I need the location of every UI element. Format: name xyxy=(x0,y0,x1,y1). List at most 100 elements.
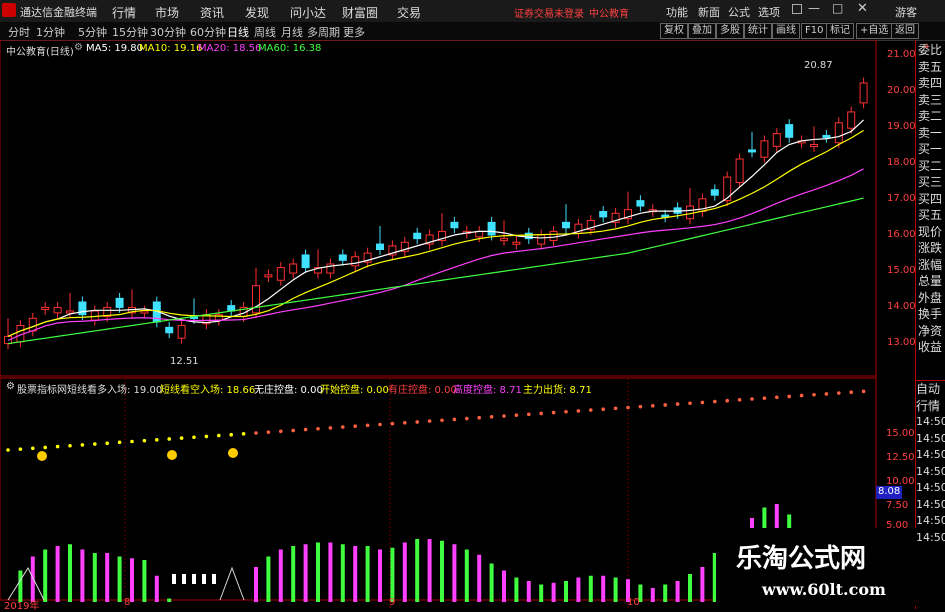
axis-sep: 9 xyxy=(389,597,396,608)
period-60min[interactable]: 60分钟 xyxy=(190,24,226,40)
signal-dot xyxy=(390,421,395,426)
signal-dot xyxy=(155,438,159,442)
candle-body xyxy=(165,326,174,334)
signal-dot xyxy=(527,412,531,417)
period-fenshi[interactable]: 分时 xyxy=(8,24,30,40)
histogram-bar xyxy=(390,547,395,602)
btn-gongshi[interactable]: 公式 xyxy=(728,4,750,20)
signal-dot xyxy=(564,409,568,414)
btn-tongji[interactable]: 统计 xyxy=(744,23,772,39)
login-notice[interactable]: 证券交易未登录 xyxy=(514,5,584,20)
axis-aug: 8 xyxy=(124,597,131,608)
signal-dot xyxy=(787,394,791,399)
menu-wenxiaoda[interactable]: 问小达 xyxy=(290,4,326,21)
quote-row: 净资 xyxy=(918,323,943,338)
signal-dot xyxy=(725,398,729,403)
period-multi[interactable]: 多周期 xyxy=(307,24,340,40)
btn-duogu[interactable]: 多股 xyxy=(716,23,744,39)
histogram-bar xyxy=(254,567,258,602)
period-5min[interactable]: 5分钟 xyxy=(78,24,107,40)
signal-triangle xyxy=(219,566,245,601)
menu-faxian[interactable]: 发现 xyxy=(245,4,269,21)
btn-biaoji[interactable]: 标记 xyxy=(826,23,854,39)
quote-panel: 委比 卖五 卖四 卖三 卖二 卖一 买一 买二 买三 买四 买五 现价 涨跌 涨… xyxy=(915,40,945,609)
menu-hangqing[interactable]: 行情 xyxy=(112,4,136,21)
menu-zixun[interactable]: 资讯 xyxy=(200,4,224,21)
indicator-settings-icon[interactable]: ⚙ xyxy=(6,381,15,392)
histogram-bar xyxy=(117,556,122,602)
histogram-bar xyxy=(551,582,556,602)
histogram-bar xyxy=(266,556,271,602)
histogram-bar xyxy=(291,546,296,602)
histogram-bar xyxy=(514,577,519,602)
signal-dot xyxy=(713,399,717,404)
tab-quote[interactable]: 行情 xyxy=(916,398,945,415)
period-15min[interactable]: 15分钟 xyxy=(112,24,148,40)
signal-dot xyxy=(638,404,643,409)
settings-icon[interactable]: ⚙ xyxy=(74,42,83,53)
menu-caifuquan[interactable]: 财富圈 xyxy=(342,4,378,21)
period-30min[interactable]: 30分钟 xyxy=(150,24,186,40)
skin-icon[interactable] xyxy=(792,4,802,14)
period-1min[interactable]: 1分钟 xyxy=(36,24,65,40)
stock-title: 中公教育(日线) xyxy=(6,47,74,58)
maximize-icon[interactable]: □ xyxy=(832,1,843,15)
account-name: 中公教育 xyxy=(589,9,629,20)
minimize-icon[interactable]: — xyxy=(808,1,820,15)
signal-dot xyxy=(341,425,345,429)
histogram-bar xyxy=(601,575,606,602)
indicator-name: 股票指标网 xyxy=(17,385,67,396)
ind-val-2: 无庄控盘: 0.00 xyxy=(254,385,323,396)
period-more[interactable]: 更多 xyxy=(343,24,365,40)
btn-gongneng[interactable]: 功能 xyxy=(666,4,688,20)
btn-zixuan[interactable]: +自选 xyxy=(856,23,893,39)
period-daily[interactable]: 日线 xyxy=(227,24,249,40)
signal-dot xyxy=(142,438,147,443)
candle-body xyxy=(834,122,843,144)
period-monthly[interactable]: 月线 xyxy=(281,24,303,40)
histogram-bar xyxy=(427,539,432,602)
menu-jiaoyi[interactable]: 交易 xyxy=(397,4,421,21)
low-annotation: 12.51 xyxy=(170,356,199,367)
signal-dot xyxy=(477,415,482,420)
ma60-label: MA60: 16.38 xyxy=(258,43,322,54)
tick-time: 14:50 xyxy=(916,464,945,478)
btn-fuquan[interactable]: 复权 xyxy=(660,23,688,39)
candle-body xyxy=(847,111,856,129)
watermark: 乐淘公式网 www.60lt.com xyxy=(716,528,916,606)
chart-area[interactable] xyxy=(0,40,915,609)
btn-diejia[interactable]: 叠加 xyxy=(688,23,716,39)
tab-auto[interactable]: 自动 xyxy=(916,381,945,398)
btn-fanhui[interactable]: 返回 xyxy=(891,23,919,39)
candle-body xyxy=(537,234,546,245)
candle-body xyxy=(748,149,756,153)
smiley-icon xyxy=(167,450,177,460)
signal-dot xyxy=(31,446,35,451)
period-weekly[interactable]: 周线 xyxy=(254,24,276,40)
btn-f10[interactable]: F10 xyxy=(801,23,828,39)
candle-body xyxy=(276,267,285,281)
histogram-bar xyxy=(650,588,655,602)
smiley-icon xyxy=(37,451,47,461)
signal-dot xyxy=(514,413,519,417)
candle-body xyxy=(735,158,744,184)
candle-body xyxy=(66,310,74,314)
histogram-bar xyxy=(526,581,531,602)
histogram-neg-bar xyxy=(202,574,206,584)
menu-shichang[interactable]: 市场 xyxy=(155,4,179,21)
signal-dot xyxy=(80,443,85,447)
signal-dot xyxy=(601,407,605,412)
btn-xuanxiang[interactable]: 选项 xyxy=(758,4,780,20)
close-icon[interactable]: ✕ xyxy=(857,1,868,16)
btn-guest[interactable]: 游客 xyxy=(895,4,917,20)
candle-body xyxy=(376,243,384,251)
panel-expand-icon[interactable]: » xyxy=(924,42,930,52)
signal-dot xyxy=(55,444,60,449)
ma10-line xyxy=(7,129,864,337)
signal-dot xyxy=(452,417,457,422)
smiley-icon xyxy=(228,448,238,458)
btn-xinmian[interactable]: 新面 xyxy=(698,4,720,20)
histogram-bar xyxy=(316,542,320,602)
btn-huaxian[interactable]: 画线 xyxy=(772,23,800,39)
price-tick: 16.00 xyxy=(887,229,916,240)
